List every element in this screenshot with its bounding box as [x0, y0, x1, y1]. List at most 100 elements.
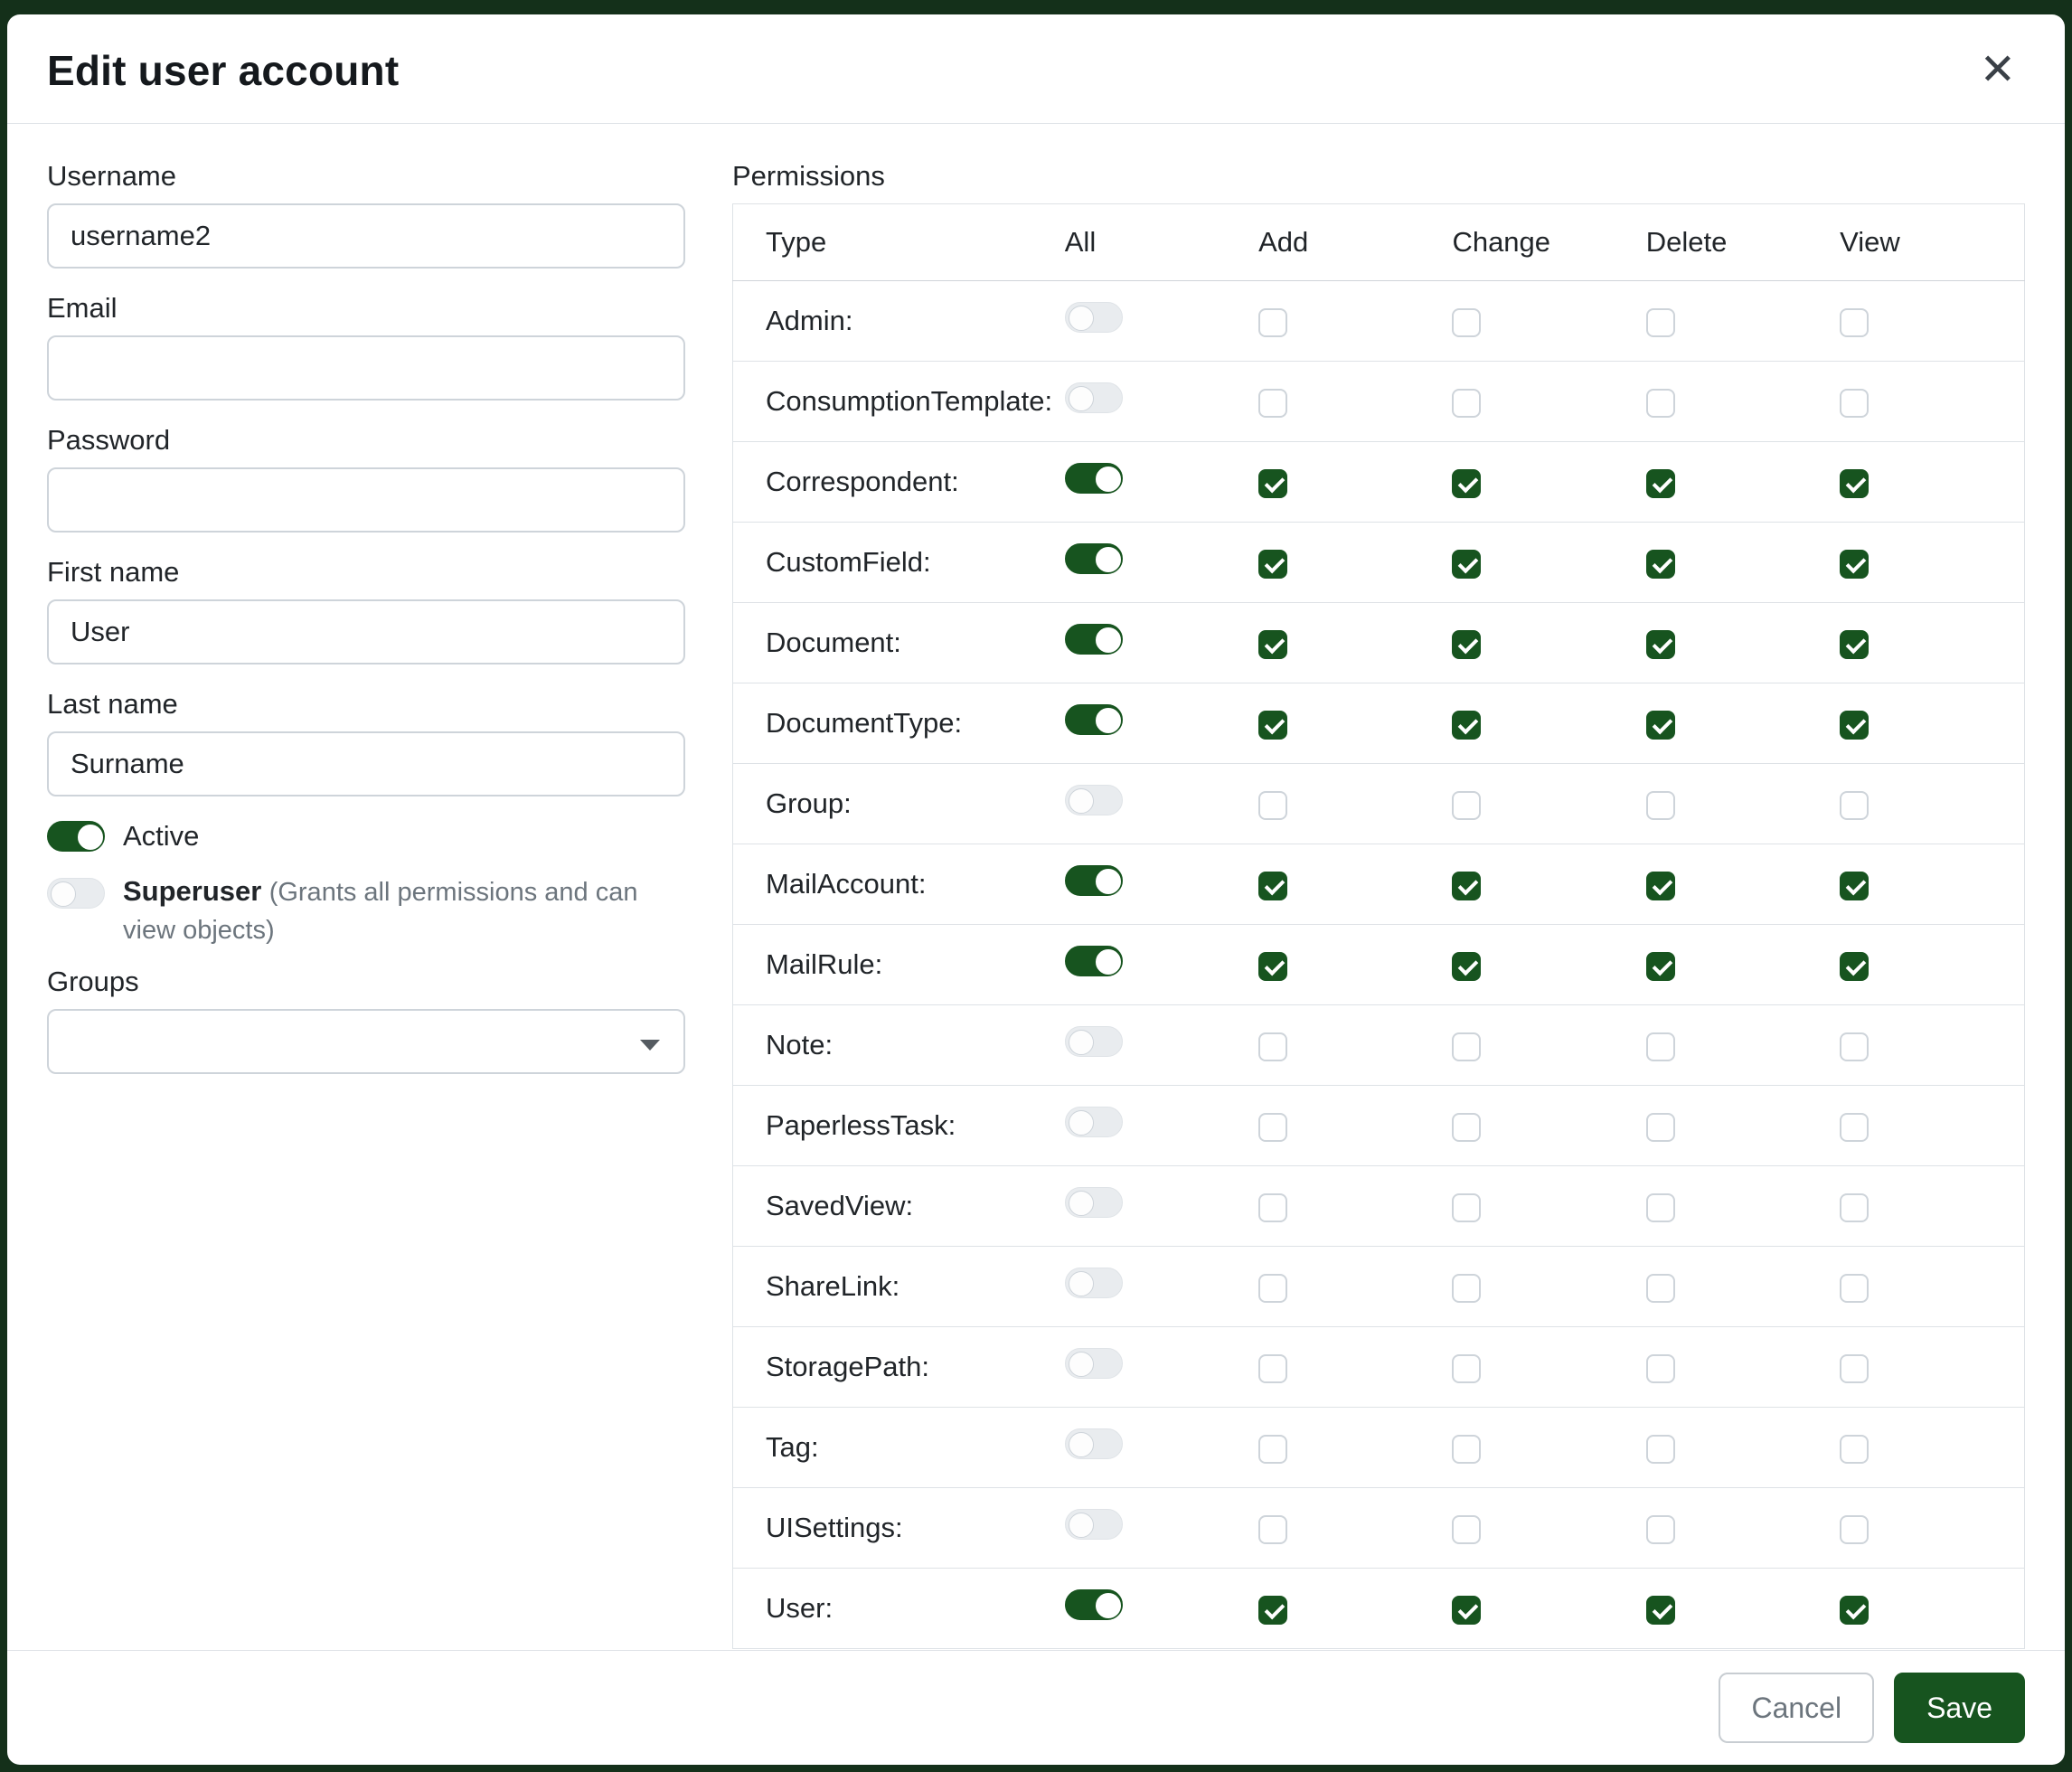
permission-change-checkbox[interactable]: [1452, 952, 1481, 981]
permission-view-checkbox[interactable]: [1840, 791, 1869, 820]
permission-add-checkbox[interactable]: [1258, 711, 1287, 740]
permission-change-checkbox[interactable]: [1452, 469, 1481, 498]
permission-delete-checkbox[interactable]: [1646, 872, 1675, 900]
permission-all-toggle[interactable]: [1065, 302, 1123, 333]
password-field[interactable]: [47, 467, 685, 533]
permission-delete-checkbox[interactable]: [1646, 1193, 1675, 1222]
permission-all-toggle[interactable]: [1065, 1187, 1123, 1218]
permission-add-checkbox[interactable]: [1258, 1113, 1287, 1142]
permissions-header-row: Type All Add Change Delete View: [733, 204, 2025, 281]
permission-add-checkbox[interactable]: [1258, 1435, 1287, 1464]
permission-view-checkbox[interactable]: [1840, 1193, 1869, 1222]
permission-add-checkbox[interactable]: [1258, 1274, 1287, 1303]
permission-view-checkbox[interactable]: [1840, 1515, 1869, 1544]
permission-change-checkbox[interactable]: [1452, 550, 1481, 579]
permission-change-checkbox[interactable]: [1452, 872, 1481, 900]
permission-all-toggle[interactable]: [1065, 1268, 1123, 1298]
permission-change-checkbox[interactable]: [1452, 389, 1481, 418]
permission-change-checkbox[interactable]: [1452, 630, 1481, 659]
permission-change-checkbox[interactable]: [1452, 1193, 1481, 1222]
permission-all-toggle[interactable]: [1065, 946, 1123, 976]
permission-change-checkbox[interactable]: [1452, 1032, 1481, 1061]
permission-all-toggle[interactable]: [1065, 1348, 1123, 1379]
username-group: Username: [47, 160, 685, 269]
permission-change-checkbox[interactable]: [1452, 1113, 1481, 1142]
username-input[interactable]: [47, 203, 685, 269]
email-field[interactable]: [47, 335, 685, 401]
permission-view-checkbox[interactable]: [1840, 630, 1869, 659]
permission-add-checkbox[interactable]: [1258, 952, 1287, 981]
permission-add-checkbox[interactable]: [1258, 389, 1287, 418]
permission-view-checkbox[interactable]: [1840, 1435, 1869, 1464]
permission-change-checkbox[interactable]: [1452, 711, 1481, 740]
permission-delete-checkbox[interactable]: [1646, 711, 1675, 740]
permission-all-toggle[interactable]: [1065, 382, 1123, 413]
permission-delete-checkbox[interactable]: [1646, 1515, 1675, 1544]
permission-change-checkbox[interactable]: [1452, 308, 1481, 337]
save-button[interactable]: Save: [1894, 1673, 2025, 1743]
permission-delete-checkbox[interactable]: [1646, 1113, 1675, 1142]
permission-view-checkbox[interactable]: [1840, 1113, 1869, 1142]
permission-add-checkbox[interactable]: [1258, 1193, 1287, 1222]
permission-add-checkbox[interactable]: [1258, 872, 1287, 900]
permission-change-checkbox[interactable]: [1452, 791, 1481, 820]
permission-change-checkbox[interactable]: [1452, 1274, 1481, 1303]
close-icon[interactable]: ✕: [1971, 45, 2025, 96]
permission-add-checkbox[interactable]: [1258, 308, 1287, 337]
permission-view-checkbox[interactable]: [1840, 308, 1869, 337]
permission-change-checkbox[interactable]: [1452, 1354, 1481, 1383]
permission-delete-checkbox[interactable]: [1646, 1596, 1675, 1625]
permission-add-checkbox[interactable]: [1258, 1596, 1287, 1625]
permission-delete-checkbox[interactable]: [1646, 630, 1675, 659]
permission-change-checkbox[interactable]: [1452, 1435, 1481, 1464]
permission-add-checkbox[interactable]: [1258, 550, 1287, 579]
last-name-field[interactable]: [47, 731, 685, 796]
permission-change-checkbox[interactable]: [1452, 1515, 1481, 1544]
permission-all-toggle[interactable]: [1065, 1589, 1123, 1620]
permission-view-checkbox[interactable]: [1840, 1354, 1869, 1383]
permission-view-checkbox[interactable]: [1840, 872, 1869, 900]
permission-add-checkbox[interactable]: [1258, 1032, 1287, 1061]
permission-view-checkbox[interactable]: [1840, 389, 1869, 418]
permission-all-toggle[interactable]: [1065, 704, 1123, 735]
permission-view-checkbox[interactable]: [1840, 469, 1869, 498]
first-name-field[interactable]: [47, 599, 685, 664]
permission-all-toggle[interactable]: [1065, 624, 1123, 655]
permission-add-checkbox[interactable]: [1258, 791, 1287, 820]
permission-all-toggle[interactable]: [1065, 543, 1123, 574]
permission-all-toggle[interactable]: [1065, 1107, 1123, 1137]
permission-delete-checkbox[interactable]: [1646, 1032, 1675, 1061]
permission-delete-checkbox[interactable]: [1646, 1354, 1675, 1383]
permission-all-toggle[interactable]: [1065, 463, 1123, 494]
superuser-toggle[interactable]: [47, 878, 105, 909]
permission-view-checkbox[interactable]: [1840, 1032, 1869, 1061]
permission-all-toggle[interactable]: [1065, 1509, 1123, 1540]
permission-all-toggle[interactable]: [1065, 1026, 1123, 1057]
permission-delete-checkbox[interactable]: [1646, 550, 1675, 579]
permission-view-checkbox[interactable]: [1840, 952, 1869, 981]
permission-change-checkbox[interactable]: [1452, 1596, 1481, 1625]
permission-add-checkbox[interactable]: [1258, 469, 1287, 498]
permissions-row: MailAccount:: [733, 844, 2025, 925]
permission-delete-checkbox[interactable]: [1646, 308, 1675, 337]
permission-view-checkbox[interactable]: [1840, 550, 1869, 579]
permission-delete-checkbox[interactable]: [1646, 469, 1675, 498]
permission-view-checkbox[interactable]: [1840, 1596, 1869, 1625]
permission-view-checkbox[interactable]: [1840, 711, 1869, 740]
permission-all-toggle[interactable]: [1065, 865, 1123, 896]
permission-delete-checkbox[interactable]: [1646, 389, 1675, 418]
permission-delete-checkbox[interactable]: [1646, 952, 1675, 981]
groups-select[interactable]: [47, 1009, 685, 1074]
permission-delete-checkbox[interactable]: [1646, 791, 1675, 820]
permission-all-toggle[interactable]: [1065, 785, 1123, 815]
permission-add-checkbox[interactable]: [1258, 1515, 1287, 1544]
superuser-label: Superuser: [123, 875, 261, 907]
cancel-button[interactable]: Cancel: [1719, 1673, 1874, 1743]
active-toggle[interactable]: [47, 821, 105, 852]
permission-all-toggle[interactable]: [1065, 1428, 1123, 1459]
permission-view-checkbox[interactable]: [1840, 1274, 1869, 1303]
permission-delete-checkbox[interactable]: [1646, 1435, 1675, 1464]
permission-add-checkbox[interactable]: [1258, 1354, 1287, 1383]
permission-delete-checkbox[interactable]: [1646, 1274, 1675, 1303]
permission-add-checkbox[interactable]: [1258, 630, 1287, 659]
